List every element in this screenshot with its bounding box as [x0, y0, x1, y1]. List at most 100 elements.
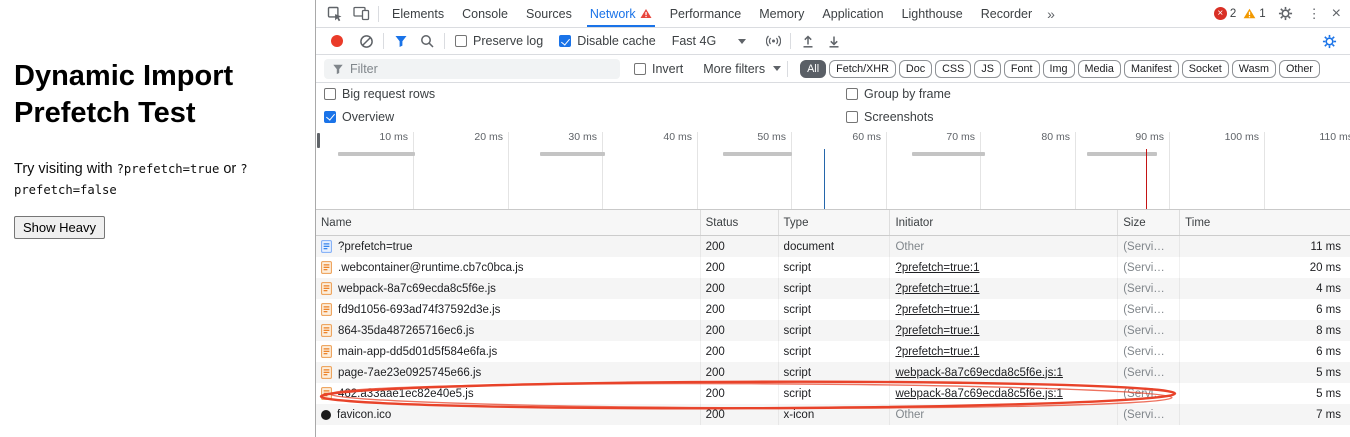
- overview-option[interactable]: Overview: [324, 110, 394, 124]
- preserve-log-checkbox[interactable]: [455, 35, 467, 47]
- error-count-badge[interactable]: × 2: [1214, 7, 1236, 20]
- more-tabs-icon[interactable]: »: [1041, 6, 1061, 22]
- filter-bar: Filter Invert More filters AllFetch/XHRD…: [316, 55, 1350, 83]
- devtools-tabs: Elements ConsoleSourcesNetworkPerformance…: [383, 0, 1041, 27]
- clear-network-log-icon[interactable]: [353, 30, 379, 52]
- warning-count-badge[interactable]: 1: [1243, 8, 1265, 20]
- filter-chip-css[interactable]: CSS: [935, 60, 971, 78]
- filter-chip-fetch-xhr[interactable]: Fetch/XHR: [829, 60, 896, 78]
- group-by-frame-checkbox[interactable]: [846, 88, 858, 100]
- tab-application[interactable]: Application: [813, 0, 892, 27]
- chevron-down-icon: [738, 39, 746, 44]
- disable-cache-option[interactable]: Disable cache: [559, 34, 656, 48]
- request-name: 864-35da487265716ec6.js: [338, 325, 474, 337]
- tab-performance[interactable]: Performance: [661, 0, 751, 27]
- column-header-initiator[interactable]: Initiator: [890, 210, 1118, 235]
- request-size-cell: (Servi…: [1118, 299, 1180, 320]
- request-time-cell: 8 ms: [1180, 320, 1350, 341]
- script-icon: [321, 261, 332, 274]
- favicon-icon: [321, 410, 331, 420]
- network-request-row[interactable]: favicon.ico200x-iconOther(Servi…7 ms: [316, 404, 1350, 425]
- filter-chip-socket[interactable]: Socket: [1182, 60, 1229, 78]
- settings-gear-icon[interactable]: [1273, 3, 1299, 25]
- more-filters-label: More filters: [703, 62, 765, 76]
- network-request-row[interactable]: 462.a33aae1ec82e40e5.js200scriptwebpack-…: [316, 383, 1350, 404]
- column-header-time[interactable]: Time: [1180, 210, 1350, 235]
- column-header-name[interactable]: Name: [316, 210, 701, 235]
- timeline-tick-label: 10 ms: [379, 131, 413, 143]
- invert-option[interactable]: Invert: [634, 62, 683, 76]
- request-name: 462.a33aae1ec82e40e5.js: [338, 388, 474, 400]
- tab-label: Elements: [392, 7, 444, 21]
- filter-chip-js[interactable]: JS: [974, 60, 1001, 78]
- tab-console[interactable]: Console: [453, 0, 517, 27]
- initiator-link[interactable]: ?prefetch=true:1: [895, 283, 979, 295]
- request-type-cell: script: [779, 320, 891, 341]
- overview-checkbox[interactable]: [324, 111, 336, 123]
- network-request-row[interactable]: .webcontainer@runtime.cb7c0bca.js200scri…: [316, 257, 1350, 278]
- network-request-row[interactable]: fd9d1056-693ad74f37592d3e.js200script?pr…: [316, 299, 1350, 320]
- filter-chip-manifest[interactable]: Manifest: [1124, 60, 1179, 78]
- filter-chip-wasm[interactable]: Wasm: [1232, 60, 1276, 78]
- initiator-link[interactable]: ?prefetch=true:1: [895, 346, 979, 358]
- filter-input[interactable]: Filter: [324, 59, 620, 79]
- kebab-menu-icon[interactable]: ⋮: [1306, 6, 1323, 22]
- filter-toggle-icon[interactable]: [388, 30, 414, 52]
- overview-request-bar: [723, 152, 792, 156]
- column-header-type[interactable]: Type: [779, 210, 891, 235]
- big-request-rows-option[interactable]: Big request rows: [324, 87, 435, 101]
- disable-cache-checkbox[interactable]: [559, 35, 571, 47]
- inspect-element-icon[interactable]: [322, 3, 348, 25]
- tab-label: Memory: [759, 7, 804, 21]
- network-request-row[interactable]: page-7ae23e0925745e66.js200scriptwebpack…: [316, 362, 1350, 383]
- timeline-tick-label: 40 ms: [663, 131, 697, 143]
- record-button[interactable]: [331, 35, 343, 47]
- device-toolbar-icon[interactable]: [348, 3, 374, 25]
- network-settings-gear-icon[interactable]: [1316, 30, 1342, 52]
- network-request-row[interactable]: ?prefetch=true200documentOther(Servi…11 …: [316, 236, 1350, 257]
- close-devtools-icon[interactable]: ×: [1330, 5, 1343, 23]
- timeline-overview[interactable]: 10 ms20 ms30 ms40 ms50 ms60 ms70 ms80 ms…: [316, 128, 1350, 210]
- screenshots-label: Screenshots: [864, 110, 933, 124]
- preserve-log-label: Preserve log: [473, 34, 543, 48]
- screenshots-option[interactable]: Screenshots: [846, 110, 933, 124]
- throttling-select[interactable]: Fast 4G: [672, 34, 746, 48]
- network-conditions-icon[interactable]: [760, 30, 786, 52]
- tab-recorder[interactable]: Recorder: [972, 0, 1041, 27]
- filter-chip-doc[interactable]: Doc: [899, 60, 932, 78]
- import-har-icon[interactable]: [795, 30, 821, 52]
- initiator-link[interactable]: webpack-8a7c69ecda8c5f6e.js:1: [895, 388, 1063, 400]
- initiator-link[interactable]: ?prefetch=true:1: [895, 304, 979, 316]
- options-row-2: Overview Screenshots: [316, 105, 1350, 128]
- screenshots-checkbox[interactable]: [846, 111, 858, 123]
- initiator-link[interactable]: ?prefetch=true:1: [895, 262, 979, 274]
- filter-chip-img[interactable]: Img: [1043, 60, 1075, 78]
- initiator-link[interactable]: ?prefetch=true:1: [895, 325, 979, 337]
- load-event-line: [1146, 149, 1147, 209]
- column-header-status[interactable]: Status: [701, 210, 779, 235]
- tab-lighthouse[interactable]: Lighthouse: [893, 0, 972, 27]
- filter-chip-font[interactable]: Font: [1004, 60, 1040, 78]
- network-request-row[interactable]: main-app-dd5d01d5f584e6fa.js200script?pr…: [316, 341, 1350, 362]
- filter-chip-media[interactable]: Media: [1078, 60, 1121, 78]
- request-time-cell: 6 ms: [1180, 341, 1350, 362]
- big-request-rows-checkbox[interactable]: [324, 88, 336, 100]
- overview-handle[interactable]: [317, 133, 320, 148]
- initiator-link[interactable]: webpack-8a7c69ecda8c5f6e.js:1: [895, 367, 1063, 379]
- export-har-icon[interactable]: [821, 30, 847, 52]
- tab-elements[interactable]: Elements: [383, 0, 453, 27]
- show-heavy-button[interactable]: Show Heavy: [14, 216, 105, 239]
- group-by-frame-option[interactable]: Group by frame: [846, 87, 951, 101]
- tab-memory[interactable]: Memory: [750, 0, 813, 27]
- tab-network[interactable]: Network: [581, 0, 661, 27]
- network-request-row[interactable]: 864-35da487265716ec6.js200script?prefetc…: [316, 320, 1350, 341]
- filter-chip-all[interactable]: All: [800, 60, 826, 78]
- tab-sources[interactable]: Sources: [517, 0, 581, 27]
- column-header-size[interactable]: Size: [1118, 210, 1180, 235]
- filter-chip-other[interactable]: Other: [1279, 60, 1320, 78]
- search-icon[interactable]: [414, 30, 440, 52]
- more-filters-dropdown[interactable]: More filters: [703, 62, 781, 76]
- network-request-row[interactable]: webpack-8a7c69ecda8c5f6e.js200script?pre…: [316, 278, 1350, 299]
- invert-checkbox[interactable]: [634, 63, 646, 75]
- preserve-log-option[interactable]: Preserve log: [455, 34, 543, 48]
